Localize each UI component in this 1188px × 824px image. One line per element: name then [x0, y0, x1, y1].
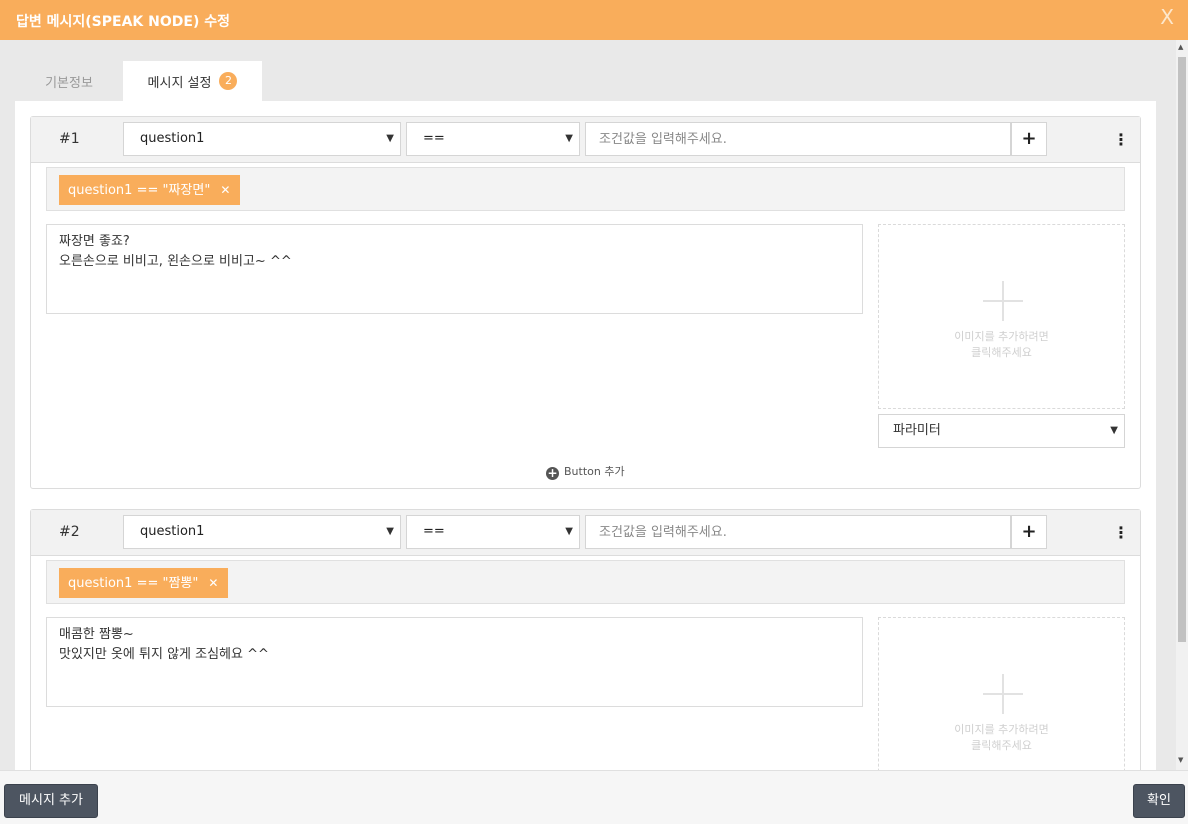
- scroll-down-icon[interactable]: ▼: [1178, 757, 1183, 764]
- add-condition-button[interactable]: +: [1011, 122, 1047, 156]
- add-image-icon: [983, 674, 1023, 714]
- message-textarea[interactable]: 짜장면 좋죠? 오른손으로 비비고, 왼손으로 비비고~ ^^: [46, 224, 863, 314]
- variable-select[interactable]: question1 ▼: [123, 515, 401, 549]
- condition-tag-bar: question1 == "짜장면" ✕: [46, 167, 1125, 211]
- tab-label: 기본정보: [45, 75, 93, 91]
- operator-select[interactable]: == ▼: [406, 515, 580, 549]
- add-button-link[interactable]: + Button 추가: [546, 465, 625, 480]
- tab-message-settings[interactable]: 메시지 설정 2: [123, 61, 262, 101]
- dialog-footer: 메시지 추가 확인: [0, 770, 1188, 824]
- caret-down-icon: ▼: [386, 526, 394, 537]
- condition-tag: question1 == "짜장면" ✕: [59, 175, 241, 205]
- condition-tag-label: question1 == "짜장면": [68, 183, 211, 198]
- image-upload-hint: 이미지를 추가하려면 클릭해주세요: [954, 330, 1049, 359]
- tab-label: 메시지 설정: [147, 75, 212, 91]
- card-number: #2: [59, 524, 80, 540]
- operator-select[interactable]: == ▼: [406, 122, 580, 156]
- condition-tag-label: question1 == "짬뽕": [68, 576, 199, 591]
- tab-basic-info[interactable]: 기본정보: [15, 61, 123, 101]
- confirm-button[interactable]: 확인: [1133, 784, 1185, 818]
- dialog-header: 답변 메시지(SPEAK NODE) 수정 X: [0, 0, 1188, 40]
- parameter-select[interactable]: 파라미터 ▼: [878, 414, 1125, 448]
- card-header: #1 question1 ▼ == ▼ + ⋮: [31, 117, 1140, 163]
- operator-value: ==: [423, 131, 445, 146]
- scroll-up-icon[interactable]: ▲: [1178, 44, 1183, 51]
- condition-tag: question1 == "짬뽕" ✕: [59, 568, 229, 598]
- image-upload-area[interactable]: 이미지를 추가하려면 클릭해주세요: [878, 617, 1125, 770]
- plus-icon: +: [1021, 521, 1037, 542]
- parameter-value: 파라미터: [893, 423, 941, 438]
- image-upload-area[interactable]: 이미지를 추가하려면 클릭해주세요: [878, 224, 1125, 409]
- image-upload-hint: 이미지를 추가하려면 클릭해주세요: [954, 723, 1049, 752]
- plus-icon: +: [1021, 128, 1037, 149]
- variable-select[interactable]: question1 ▼: [123, 122, 401, 156]
- remove-tag-icon[interactable]: ✕: [220, 183, 230, 197]
- message-card: #2 question1 ▼ == ▼ + ⋮ question1 == "짬뽕…: [30, 509, 1141, 770]
- card-header: #2 question1 ▼ == ▼ + ⋮: [31, 510, 1140, 556]
- caret-down-icon: ▼: [386, 133, 394, 144]
- scrollbar-thumb[interactable]: [1178, 57, 1186, 642]
- caret-down-icon: ▼: [1110, 425, 1118, 436]
- condition-tag-bar: question1 == "짬뽕" ✕: [46, 560, 1125, 604]
- add-condition-button[interactable]: +: [1011, 515, 1047, 549]
- close-icon[interactable]: X: [1160, 7, 1174, 27]
- more-options-icon[interactable]: ⋮: [1113, 129, 1129, 151]
- variable-value: question1: [140, 524, 205, 539]
- more-options-icon[interactable]: ⋮: [1113, 522, 1129, 544]
- message-settings-panel: #1 question1 ▼ == ▼ + ⋮ question1 == "짜장…: [15, 101, 1156, 770]
- dialog-body: 기본정보 메시지 설정 2 #1 question1 ▼ == ▼ +: [0, 40, 1176, 770]
- variable-value: question1: [140, 131, 205, 146]
- add-message-button[interactable]: 메시지 추가: [4, 784, 98, 818]
- card-number: #1: [59, 131, 80, 147]
- message-card: #1 question1 ▼ == ▼ + ⋮ question1 == "짜장…: [30, 116, 1141, 489]
- vertical-scrollbar[interactable]: ▲ ▼: [1176, 40, 1188, 770]
- message-textarea[interactable]: 매콤한 짬뽕~ 맛있지만 옷에 튀지 않게 조심헤요 ^^: [46, 617, 863, 707]
- remove-tag-icon[interactable]: ✕: [208, 576, 218, 590]
- add-button-label: Button 추가: [564, 465, 625, 478]
- operator-value: ==: [423, 524, 445, 539]
- plus-circle-icon: +: [546, 466, 559, 480]
- condition-input[interactable]: [585, 515, 1011, 549]
- caret-down-icon: ▼: [565, 133, 573, 144]
- count-badge: 2: [219, 72, 238, 90]
- add-image-icon: [983, 281, 1023, 321]
- dialog-title: 답변 메시지(SPEAK NODE) 수정: [16, 14, 230, 30]
- caret-down-icon: ▼: [565, 526, 573, 537]
- condition-input[interactable]: [585, 122, 1011, 156]
